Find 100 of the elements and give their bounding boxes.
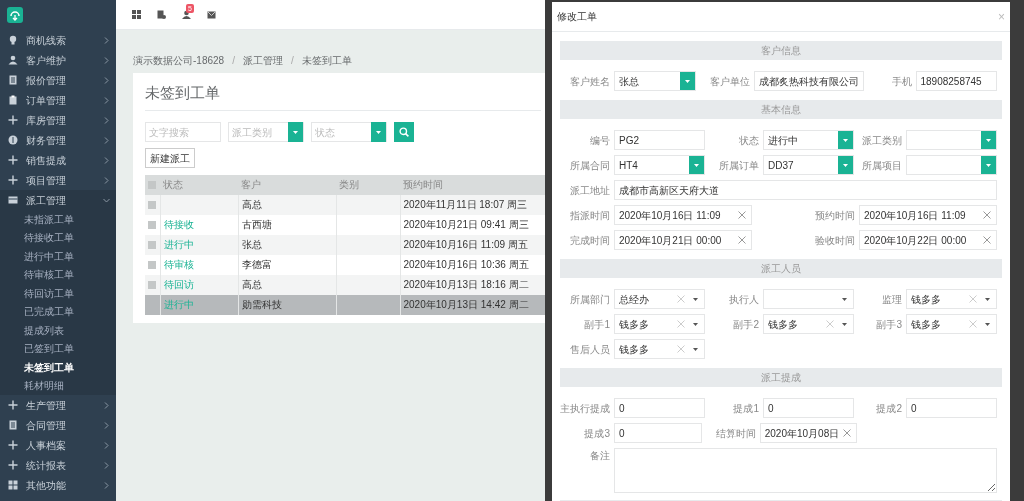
table-cell: 高总 <box>238 274 336 295</box>
chevron-right-icon <box>103 421 110 429</box>
field-label: 提成1 <box>732 401 759 416</box>
row-checkbox[interactable] <box>148 200 156 209</box>
select-field[interactable]: 进行中 <box>763 130 854 150</box>
mail-icon <box>207 10 216 19</box>
sidebar-item[interactable]: 人事档案 <box>0 435 116 455</box>
sidebar-item[interactable]: 统计报表 <box>0 455 116 475</box>
field-label: 结算时间 <box>714 426 756 441</box>
field-label: 提成3 <box>583 426 610 441</box>
clear-icon <box>983 236 991 244</box>
caret-down-icon <box>985 297 990 301</box>
table-row[interactable]: 进行中 勋需科技 2020年10月13日 14:42 周二 <box>145 294 545 315</box>
sidebar-item[interactable]: 客户维护 <box>0 50 116 70</box>
input-field[interactable]: 0 <box>906 398 997 418</box>
select-field[interactable]: 张总 <box>614 71 696 91</box>
grid-icon <box>132 10 141 19</box>
field-label: 指派时间 <box>569 208 610 223</box>
chevron-right-icon <box>103 56 110 64</box>
select-field[interactable]: HT4 <box>614 155 705 175</box>
sidebar-item[interactable]: 派工管理 <box>0 190 116 210</box>
field-label: 编号 <box>589 133 610 148</box>
input-field[interactable]: 成都炙热科技有限公司 <box>753 71 864 91</box>
field-label: 所属项目 <box>861 158 902 173</box>
date-field[interactable]: 2020年10月08日 <box>759 423 858 443</box>
caret-down-icon <box>985 322 990 326</box>
clear-icon <box>738 236 746 244</box>
select-field[interactable] <box>906 155 997 175</box>
search-field[interactable]: 文字搜索 <box>145 122 221 142</box>
select-field[interactable]: DD37 <box>763 155 854 175</box>
sidebar-item[interactable]: 项目管理 <box>0 170 116 190</box>
table-icon <box>8 195 18 205</box>
select-field[interactable] <box>763 289 854 309</box>
caret-down-icon <box>693 322 698 326</box>
select-field[interactable]: 钱多多 <box>906 289 997 309</box>
row-checkbox[interactable] <box>148 280 156 289</box>
table-row[interactable]: 高总 2020年11月11日 18:07 周三 <box>145 194 545 215</box>
table-row[interactable]: 待审核 李德富 2020年10月16日 10:36 周五 <box>145 254 545 275</box>
date-field[interactable]: 2020年10月22日 00:00 <box>859 230 997 250</box>
sidebar-item[interactable]: 销售提成 <box>0 150 116 170</box>
sidebar-item[interactable]: 库房管理 <box>0 110 116 130</box>
input-field[interactable]: 成都市高新区天府大道 <box>614 180 997 200</box>
breadcrumb-item[interactable]: 演示数据公司-18628 <box>133 52 225 68</box>
field-label: 监理 <box>881 292 902 307</box>
sidebar-item[interactable]: 报价管理 <box>0 70 116 90</box>
column-header: 类别 <box>336 174 400 195</box>
sidebar-item[interactable]: 订单管理 <box>0 90 116 110</box>
input-field[interactable]: 0 <box>614 423 702 443</box>
submenu-item[interactable]: 待回访工单 <box>0 284 116 303</box>
input-field[interactable]: 18908258745 <box>915 71 997 91</box>
select-field[interactable]: 钱多多 <box>614 339 705 359</box>
chevron-right-icon <box>103 481 110 489</box>
breadcrumb-item[interactable]: 派工管理 <box>242 52 283 68</box>
section-header: 客户信息 <box>560 41 1002 60</box>
caret-down-icon <box>693 347 698 351</box>
caret-down-icon <box>843 163 848 167</box>
row-checkbox[interactable] <box>148 260 156 269</box>
sidebar-item[interactable]: 其他功能 <box>0 475 116 495</box>
table-row[interactable]: 进行中 张总 2020年10月16日 11:09 周五 <box>145 234 545 255</box>
sidebar-item[interactable]: 财务管理 <box>0 130 116 150</box>
select-field[interactable]: 钱多多 <box>763 314 854 334</box>
submenu-item[interactable]: 进行中工单 <box>0 247 116 266</box>
field-label: 所属订单 <box>718 158 759 173</box>
select-field[interactable]: 钱多多 <box>614 314 705 334</box>
status-text: 进行中 <box>163 239 194 250</box>
select-field[interactable] <box>906 130 997 150</box>
chevron-down-icon <box>103 196 110 204</box>
input-field[interactable]: 0 <box>763 398 854 418</box>
field-label: 售后人员 <box>569 342 610 357</box>
input-field[interactable]: PG2 <box>614 130 705 150</box>
submenu-item[interactable]: 提成列表 <box>0 321 116 340</box>
bulb-icon <box>8 35 18 45</box>
table-cell: 张总 <box>238 234 336 255</box>
date-field[interactable]: 2020年10月16日 11:09 <box>859 205 997 225</box>
sidebar-item[interactable]: 合同管理 <box>0 415 116 435</box>
submenu-item[interactable]: 未签到工单 <box>0 358 116 377</box>
field-label: 副手2 <box>732 317 759 332</box>
row-checkbox[interactable] <box>148 240 156 249</box>
field-label: 验收时间 <box>814 233 855 248</box>
section-header: 基本信息 <box>560 100 1002 119</box>
breadcrumb-item[interactable]: 未签到工单 <box>301 52 352 68</box>
row-checkbox[interactable] <box>148 220 156 229</box>
search-button[interactable] <box>394 122 414 142</box>
plus-icon <box>8 460 18 470</box>
input-field[interactable]: 0 <box>614 398 705 418</box>
sidebar-item[interactable]: 商机线索 <box>0 30 116 50</box>
submenu-item[interactable]: 未指派工单 <box>0 210 116 229</box>
date-field[interactable]: 2020年10月16日 11:09 <box>614 205 752 225</box>
sidebar-item[interactable]: 生产管理 <box>0 395 116 415</box>
date-field[interactable]: 2020年10月21日 00:00 <box>614 230 752 250</box>
chevron-right-icon <box>103 401 110 409</box>
field-label: 预约时间 <box>814 208 855 223</box>
table-row[interactable]: 待回访 高总 2020年10月13日 18:16 周二 <box>145 274 545 295</box>
table-row[interactable]: 待接收 古西塘 2020年10月21日 09:41 周三 <box>145 214 545 235</box>
clear-icon <box>826 320 834 328</box>
select-field[interactable]: 总经办 <box>614 289 705 309</box>
select-field[interactable]: 钱多多 <box>906 314 997 334</box>
new-dispatch-button[interactable]: 新建派工 <box>145 148 195 168</box>
plus-icon <box>8 155 18 165</box>
grid-icon <box>8 480 18 490</box>
